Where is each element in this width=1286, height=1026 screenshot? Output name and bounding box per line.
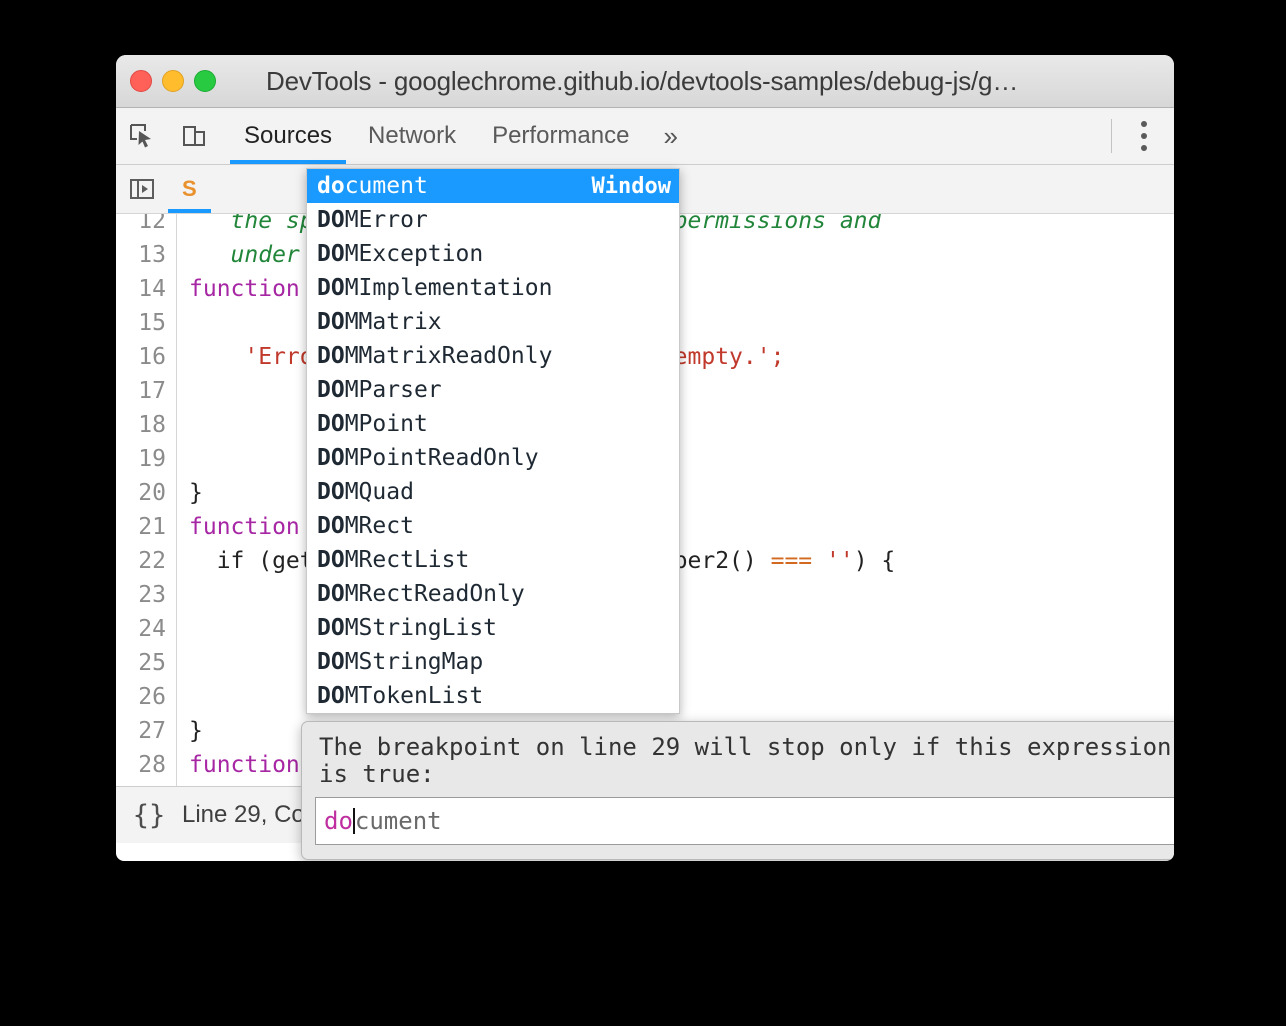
device-toolbar-button[interactable] xyxy=(168,108,220,164)
code-token-plain xyxy=(189,344,244,370)
chevron-double-right-icon: » xyxy=(663,121,677,152)
autocomplete-item-label: DOMRectReadOnly xyxy=(317,581,525,607)
autocomplete-item-label: DOMMatrixReadOnly xyxy=(317,343,552,369)
code-token-plain: } xyxy=(189,718,203,744)
autocomplete-popup[interactable]: document Window DOMError DOMException DOMImp… xyxy=(306,168,680,714)
code-token-plain: } xyxy=(189,480,203,506)
autocomplete-item[interactable]: DOMTokenList xyxy=(307,679,679,713)
line-number[interactable]: 27 xyxy=(138,718,166,744)
line-number[interactable]: 26 xyxy=(138,684,166,710)
devtools-toolbar: Sources Network Performance » xyxy=(116,108,1174,165)
line-number[interactable]: 20 xyxy=(138,480,166,506)
code-token-op: === xyxy=(771,548,813,574)
autocomplete-item[interactable]: DOMRectReadOnly xyxy=(307,577,679,611)
tab-network-label: Network xyxy=(368,122,456,150)
autocomplete-item[interactable]: DOMException xyxy=(307,237,679,271)
autocomplete-item-label: DOMStringList xyxy=(317,615,497,641)
code-line: } xyxy=(189,718,203,744)
kebab-dot-3 xyxy=(1141,145,1147,151)
kebab-dot-1 xyxy=(1141,121,1147,127)
line-number[interactable]: 17 xyxy=(138,378,166,404)
toolbar-divider xyxy=(1111,119,1112,153)
toolbar-right-group xyxy=(1099,108,1174,164)
devtools-window: DevTools - googlechrome.github.io/devtoo… xyxy=(116,55,1174,861)
autocomplete-item-label: DOMException xyxy=(317,241,483,267)
autocomplete-item-label: DOMTokenList xyxy=(317,683,483,709)
editor-file-tab[interactable]: S xyxy=(168,165,211,213)
autocomplete-item-label: DOMPointReadOnly xyxy=(317,445,539,471)
line-number[interactable]: 25 xyxy=(138,650,166,676)
autocomplete-item-label: DOMQuad xyxy=(317,479,414,505)
autocomplete-item[interactable]: DOMMatrixReadOnly xyxy=(307,339,679,373)
autocomplete-item-label: DOMStringMap xyxy=(317,649,483,675)
autocomplete-item-label: DOMRectList xyxy=(317,547,469,573)
autocomplete-item[interactable]: DOMPointReadOnly xyxy=(307,441,679,475)
code-token-keyword: function xyxy=(189,276,300,302)
line-number[interactable]: 18 xyxy=(138,412,166,438)
autocomplete-item[interactable]: DOMMatrix xyxy=(307,305,679,339)
code-line: } xyxy=(189,480,203,506)
line-number[interactable]: 22 xyxy=(138,548,166,574)
autocomplete-item-label: document xyxy=(317,173,428,199)
code-token-keyword: function xyxy=(189,514,300,540)
autocomplete-item[interactable]: DOMStringMap xyxy=(307,645,679,679)
autocomplete-item-label: DOMRect xyxy=(317,513,414,539)
window-titlebar: DevTools - googlechrome.github.io/devtoo… xyxy=(116,55,1174,108)
more-tabs-button[interactable]: » xyxy=(647,108,693,164)
inspect-cursor-icon xyxy=(129,123,155,149)
autocomplete-item[interactable]: DOMStringList xyxy=(307,611,679,645)
breakpoint-condition-message: The breakpoint on line 29 will stop only… xyxy=(319,734,1174,788)
tab-sources-label: Sources xyxy=(244,122,332,150)
panel-tabs: Sources Network Performance » xyxy=(226,108,694,164)
kebab-dot-2 xyxy=(1141,133,1147,139)
autocomplete-item-label: DOMMatrix xyxy=(317,309,442,335)
line-number-gutter: 12131415161718192021222324252627282930 xyxy=(116,214,177,786)
main-menu-button[interactable] xyxy=(1124,113,1164,159)
pretty-print-button[interactable]: {} xyxy=(116,800,182,831)
show-navigator-icon xyxy=(129,177,155,201)
autocomplete-item[interactable]: DOMRect xyxy=(307,509,679,543)
autocomplete-item-label: DOMError xyxy=(317,207,428,233)
tab-network[interactable]: Network xyxy=(350,108,474,164)
code-token-keyword: function xyxy=(189,752,300,778)
line-number[interactable]: 14 xyxy=(138,276,166,302)
breakpoint-input-suggestion-text: cument xyxy=(355,807,442,835)
tab-sources[interactable]: Sources xyxy=(226,108,350,164)
autocomplete-item[interactable]: DOMRectList xyxy=(307,543,679,577)
device-toolbar-icon xyxy=(182,124,206,148)
autocomplete-item[interactable]: DOMImplementation xyxy=(307,271,679,305)
line-number[interactable]: 28 xyxy=(138,752,166,778)
line-number[interactable]: 24 xyxy=(138,616,166,642)
breakpoint-input-typed-text: do xyxy=(324,807,353,835)
breakpoint-condition-input[interactable]: document xyxy=(315,797,1174,845)
line-number[interactable]: 13 xyxy=(138,242,166,268)
js-file-icon: S xyxy=(182,176,197,202)
autocomplete-item[interactable]: DOMPoint xyxy=(307,407,679,441)
autocomplete-item[interactable]: document Window xyxy=(307,169,679,203)
screenshot-root: DevTools - googlechrome.github.io/devtoo… xyxy=(0,0,1286,1026)
code-token-plain: ) { xyxy=(854,548,896,574)
autocomplete-item-type: Window xyxy=(592,174,671,199)
breakpoint-condition-popup[interactable]: The breakpoint on line 29 will stop only… xyxy=(301,721,1174,860)
line-number[interactable]: 19 xyxy=(138,446,166,472)
code-token-plain xyxy=(812,548,826,574)
line-number[interactable]: 12 xyxy=(138,214,166,234)
inspect-element-button[interactable] xyxy=(116,108,168,164)
autocomplete-item-label: DOMPoint xyxy=(317,411,428,437)
autocomplete-item[interactable]: DOMQuad xyxy=(307,475,679,509)
line-number[interactable]: 23 xyxy=(138,582,166,608)
show-navigator-button[interactable] xyxy=(116,177,168,201)
line-number[interactable]: 16 xyxy=(138,344,166,370)
autocomplete-item[interactable]: DOMParser xyxy=(307,373,679,407)
autocomplete-item-label: DOMImplementation xyxy=(317,275,552,301)
tab-performance[interactable]: Performance xyxy=(474,108,647,164)
line-number[interactable]: 15 xyxy=(138,310,166,336)
line-number[interactable]: 21 xyxy=(138,514,166,540)
autocomplete-item[interactable]: DOMError xyxy=(307,203,679,237)
tab-performance-label: Performance xyxy=(492,122,629,150)
code-token-string: '' xyxy=(826,548,854,574)
autocomplete-item-label: DOMParser xyxy=(317,377,442,403)
window-title: DevTools - googlechrome.github.io/devtoo… xyxy=(116,66,1174,97)
